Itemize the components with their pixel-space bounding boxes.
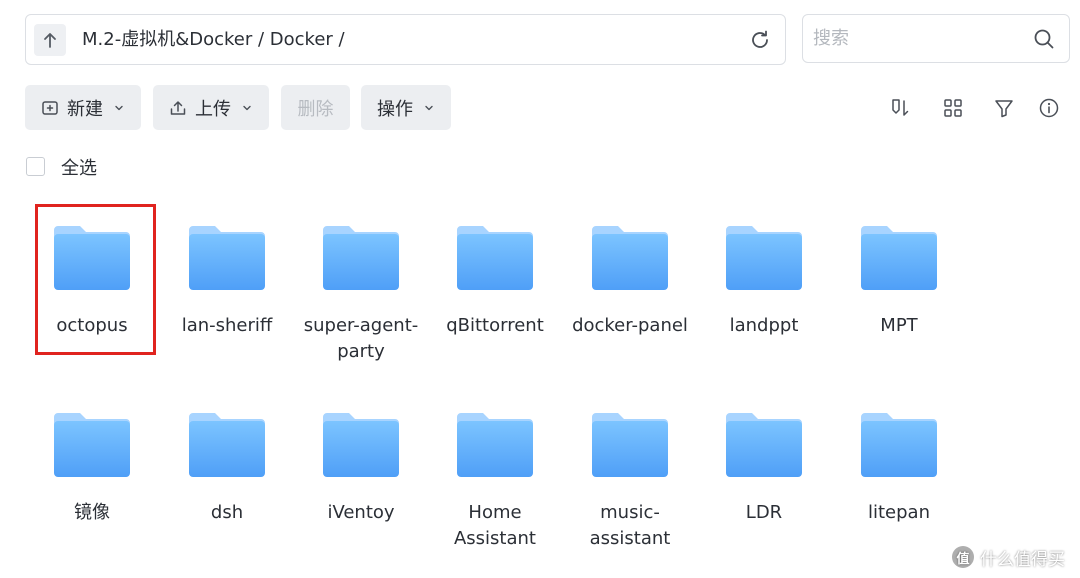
folder-item[interactable]: iVentoy [294,411,428,551]
folder-item[interactable]: landppt [697,224,831,364]
filter-icon [995,100,1013,118]
search-box[interactable] [802,14,1070,63]
new-file-icon [39,97,61,119]
folder-name: assistant [589,528,671,549]
delete-button-label: 删除 [297,98,334,120]
folder-name: docker-panel [572,315,688,336]
folder-item[interactable]: 镜像 [25,411,159,551]
folder-icon [726,413,802,477]
watermark: 值 什么值得买 [952,544,1065,570]
highlight-annotation [35,204,156,355]
folder-icon [592,413,668,477]
folder-item[interactable]: qBittorrent [428,224,562,364]
chevron-down-icon [239,100,255,116]
folder-item[interactable]: litepan [832,411,966,551]
folder-item[interactable]: super-agent-party [294,224,428,364]
folder-icon [189,413,265,477]
select-all-checkbox[interactable] [26,157,45,176]
folder-item[interactable]: music-assistant [563,411,697,551]
folder-icon [457,226,533,290]
info-button[interactable] [1036,95,1062,121]
actions-button[interactable]: 操作 [361,85,451,130]
search-button[interactable] [1031,26,1057,52]
folder-name: Home [468,502,522,523]
folder-name: 镜像 [74,502,110,523]
folder-item[interactable]: LDR [697,411,831,551]
delete-button[interactable]: 删除 [281,85,350,130]
folder-name: litepan [868,502,930,523]
grid-view-icon [944,99,962,117]
folder-icon [861,226,937,290]
folder-icon [457,413,533,477]
folder-icon [189,226,265,290]
folder-icon [861,413,937,477]
address-bar[interactable]: M.2-虚拟机&Docker / Docker / [25,14,786,65]
search-icon [1034,29,1054,49]
folder-name: iVentoy [327,502,395,523]
folder-name: party [337,341,385,362]
upload-button-label: 上传 [195,98,231,120]
watermark-text: 什么值得买 [980,549,1065,570]
folder-icon [592,226,668,290]
grid-view-button[interactable] [940,95,966,121]
watermark-logo-icon: 值 [952,546,974,568]
go-up-button[interactable] [34,24,66,56]
folder-icon [726,226,802,290]
folder-name: qBittorrent [446,315,544,336]
chevron-down-icon [111,100,127,116]
arrow-up-icon [44,33,56,48]
refresh-icon [752,30,768,48]
folder-item[interactable]: docker-panel [563,224,697,364]
select-all-label: 全选 [61,158,97,179]
folder-icon [54,413,130,477]
folder-name: dsh [210,502,244,523]
info-icon [1039,98,1059,118]
filter-button[interactable] [991,95,1017,121]
folder-item[interactable]: lan-sheriff [160,224,294,364]
chevron-down-icon [421,100,437,116]
new-button-label: 新建 [67,98,103,120]
folder-name: landppt [729,315,799,336]
new-button[interactable]: 新建 [25,85,141,130]
folder-name: music- [600,502,660,523]
search-input[interactable] [813,15,1023,62]
sort-icon [892,99,909,116]
actions-button-label: 操作 [377,98,413,120]
breadcrumb[interactable]: M.2-虚拟机&Docker / Docker / [82,15,345,64]
folder-name: super-agent- [303,315,419,336]
folder-name: MPT [880,315,918,336]
refresh-button[interactable] [747,27,773,53]
folder-icon [323,413,399,477]
upload-icon [167,97,189,119]
folder-name: Assistant [453,528,536,549]
folder-item[interactable]: dsh [160,411,294,551]
folder-name: lan-sheriff [181,315,273,336]
folder-item[interactable]: MPT [832,224,966,364]
sort-button[interactable] [887,95,913,121]
upload-button[interactable]: 上传 [153,85,269,130]
folder-name: LDR [745,502,783,523]
folder-icon [323,226,399,290]
folder-item[interactable]: Home Assistant [428,411,562,551]
